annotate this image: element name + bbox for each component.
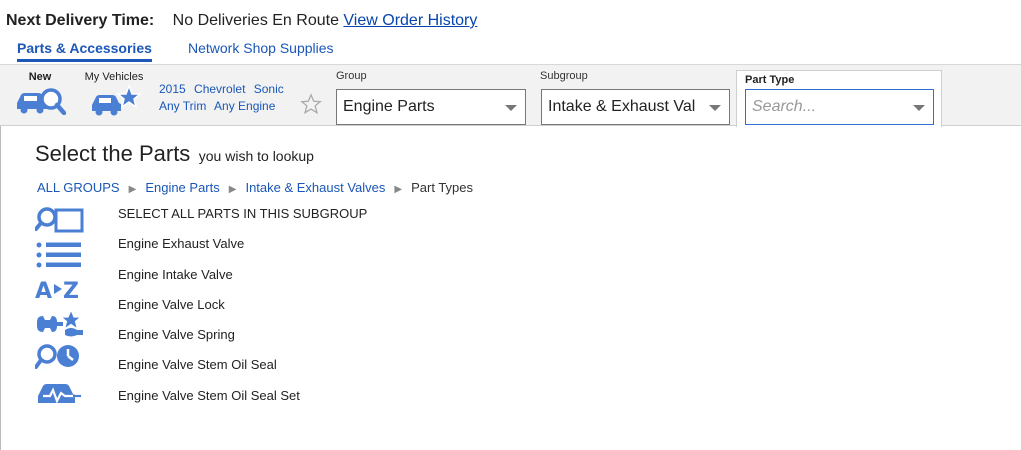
tab-bar: Parts & Accessories Network Shop Supplie… [0,38,1021,64]
tab-parts-accessories[interactable]: Parts & Accessories [17,40,152,62]
list-item[interactable]: Engine Valve Stem Oil Seal Set [118,388,367,418]
list-item[interactable]: Engine Valve Stem Oil Seal [118,357,367,387]
vehicle-trim[interactable]: Any Trim [159,99,206,113]
title: Select the Parts [35,141,191,166]
breadcrumb-engine-parts[interactable]: Engine Parts [145,180,219,195]
part-type-placeholder: Search... [752,98,817,115]
group-label: Group [336,70,367,82]
subgroup-label: Subgroup [540,70,588,82]
new-vehicle-button[interactable]: New [14,71,67,120]
vehicle-make[interactable]: Chevrolet [194,82,245,96]
my-vehicles-icon [92,83,143,116]
chevron-down-icon [709,105,721,111]
list-icon[interactable] [35,240,85,270]
chevron-down-icon [913,105,925,111]
tools-icon[interactable] [35,308,85,338]
svg-text:A: A [35,279,52,304]
part-type-search-input[interactable]: Search... [745,89,934,125]
breadcrumb: ALL GROUPS ▶ Engine Parts ▶ Intake & Exhaust… [37,180,473,195]
list-item[interactable]: Engine Valve Lock [118,297,367,327]
vehicle-engine[interactable]: Any Engine [214,99,275,113]
group-select[interactable]: Engine Parts [336,89,526,125]
my-vehicles-label: My Vehicles [84,71,144,83]
chevron-down-icon [505,105,517,111]
list-item[interactable]: Engine Intake Valve [118,267,367,297]
breadcrumb-separator-icon: ▶ [228,184,237,195]
a-to-z-icon[interactable]: A Z [35,274,85,304]
list-item[interactable]: Engine Valve Spring [118,327,367,357]
breadcrumb-intake-exhaust-valves[interactable]: Intake & Exhaust Valves [245,180,385,195]
svg-text:Z: Z [63,279,79,304]
new-label: New [28,71,52,83]
list-item[interactable]: Engine Exhaust Valve [118,236,367,266]
subgroup-select[interactable]: Intake & Exhaust Val [541,89,730,125]
group-field: Group [330,70,367,85]
parts-panel: Select the Parts you wish to lookup ALL … [0,126,1021,450]
my-vehicles-button[interactable]: My Vehicles [80,71,148,122]
subgroup-value: Intake & Exhaust Val [548,98,696,115]
page-title: Select the Parts you wish to lookup [35,141,314,167]
delivery-value: No Deliveries En Route [172,12,339,29]
breadcrumb-current: Part Types [411,180,474,195]
breadcrumb-separator-icon: ▶ [394,184,403,195]
search-catalog-icon[interactable] [35,206,85,236]
delivery-label: Next Delivery Time: [6,12,155,29]
delivery-bar: Next Delivery Time: No Deliveries En Rou… [6,12,477,30]
subtitle: you wish to lookup [198,148,314,164]
vehicle-model[interactable]: Sonic [254,82,284,96]
tab-network-shop-supplies[interactable]: Network Shop Supplies [188,40,334,56]
lookup-icon-column: A Z [35,206,85,410]
view-order-history-link[interactable]: View Order History [343,12,477,29]
part-type-list: SELECT ALL PARTS IN THIS SUBGROUP Engine… [118,206,367,418]
breadcrumb-separator-icon: ▶ [128,184,137,195]
subgroup-field: Subgroup [534,70,588,85]
vehicle-diagnostics-icon[interactable] [35,376,85,406]
new-vehicle-search-icon [17,88,67,116]
search-history-icon[interactable] [35,342,85,372]
vehicle-toolbar: New My Vehicles 2015 Chevrolet Sonic Any… [0,64,1021,127]
select-all-parts-item[interactable]: SELECT ALL PARTS IN THIS SUBGROUP [118,206,367,236]
breadcrumb-all-groups[interactable]: ALL GROUPS [37,180,120,195]
favorite-star-icon[interactable] [300,93,322,115]
selected-vehicle: 2015 Chevrolet Sonic Any Trim Any Engine [159,81,289,115]
part-type-label: Part Type [745,74,795,86]
group-value: Engine Parts [343,98,435,115]
vehicle-year[interactable]: 2015 [159,82,186,96]
